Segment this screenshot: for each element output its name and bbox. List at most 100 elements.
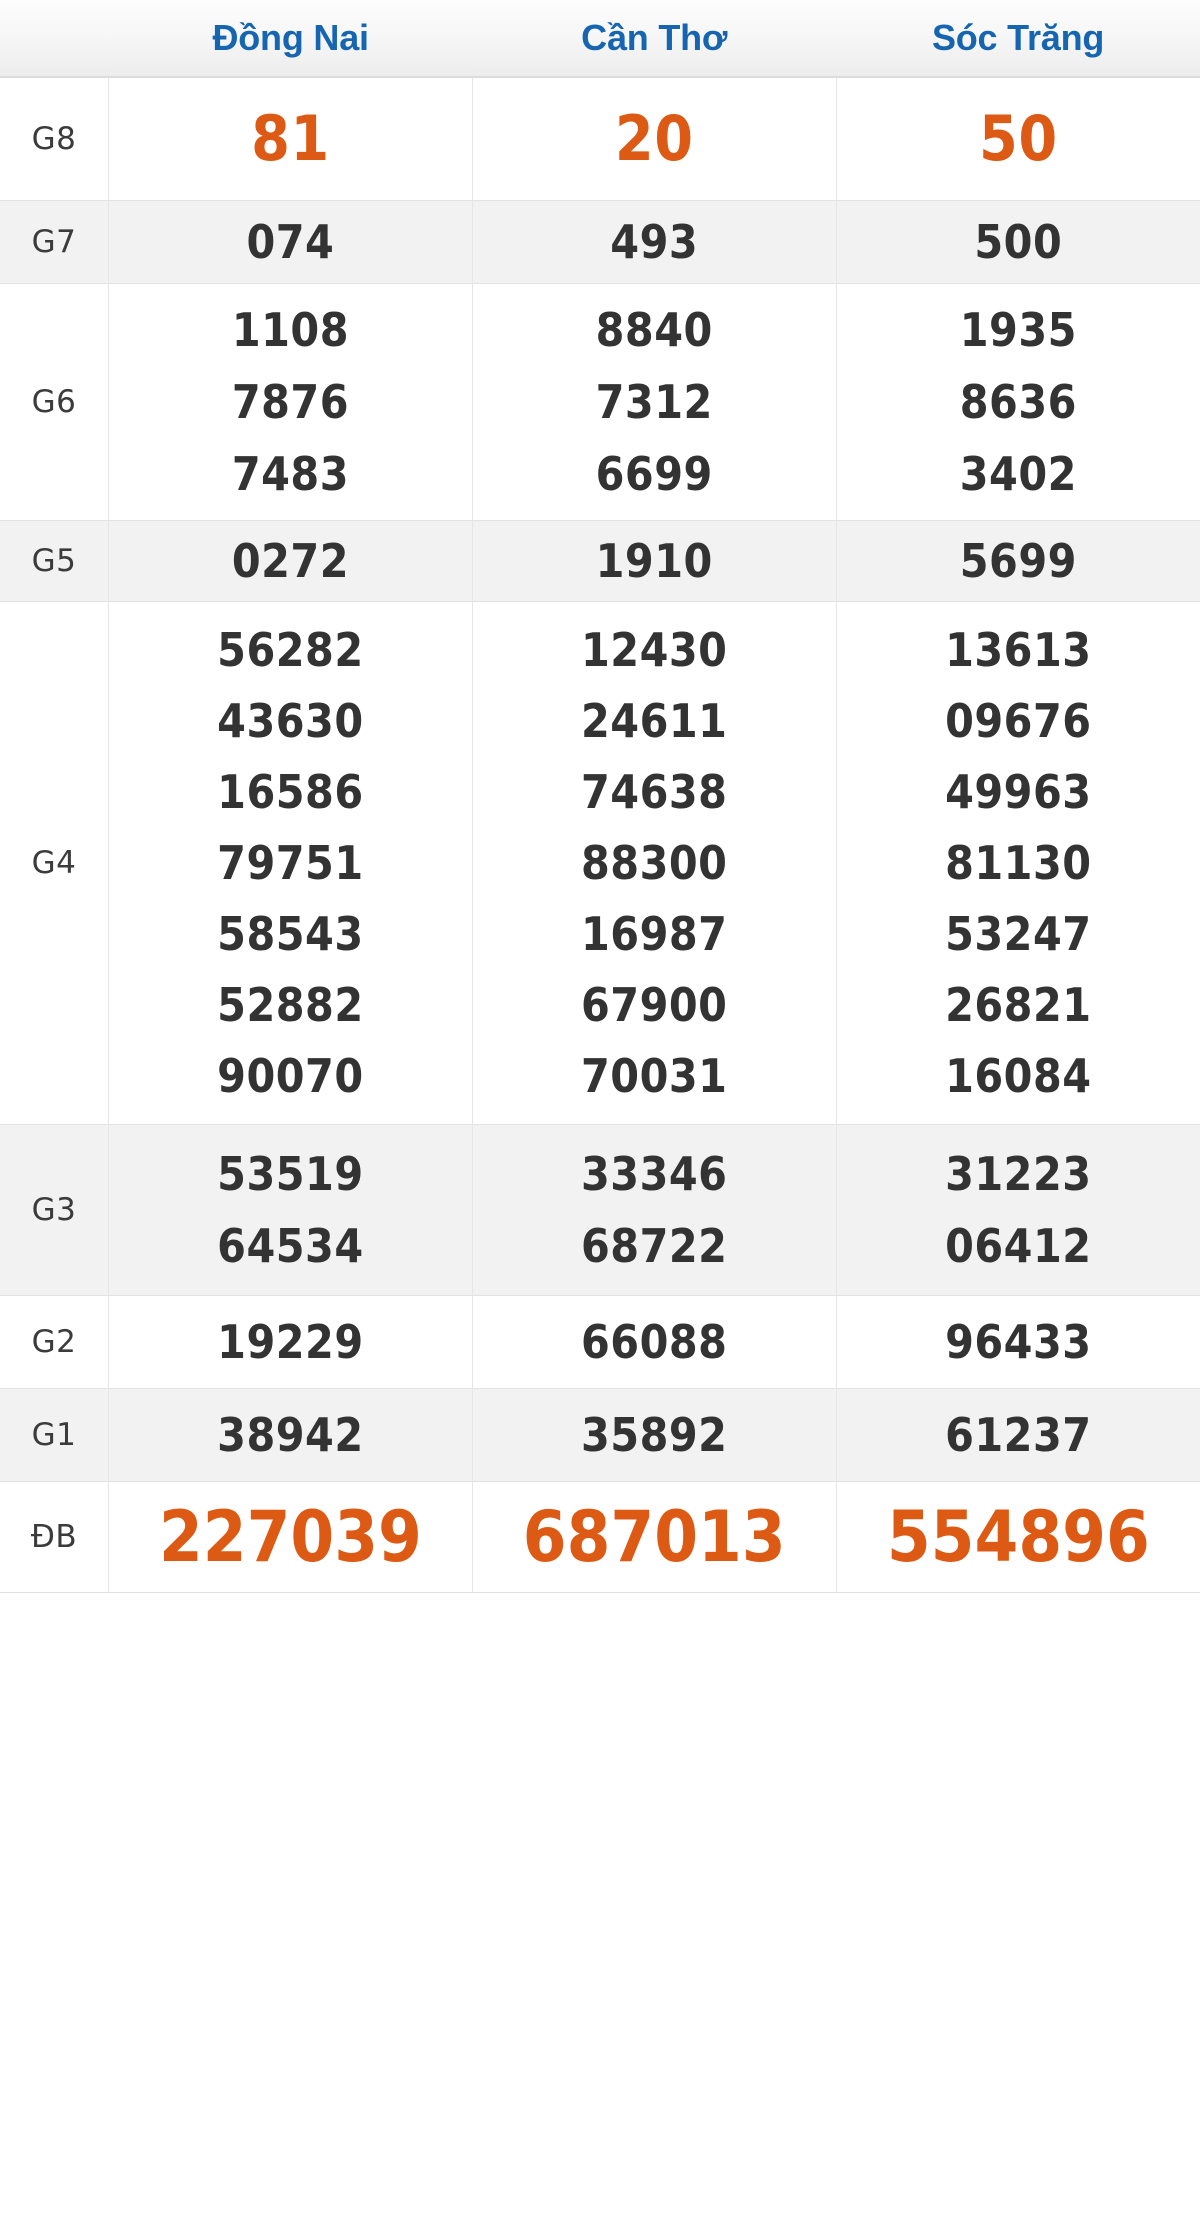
prize-number: 06412 (945, 1219, 1092, 1273)
table-header: Đồng Nai Cần Thơ Sóc Trăng (0, 0, 1200, 78)
prize-number: 70031 (581, 1048, 728, 1103)
prize-number: 53247 (945, 906, 1092, 961)
prize-number: 58543 (217, 906, 364, 961)
prize-number: 50 (979, 102, 1058, 175)
prize-label-g8: G8 (0, 77, 109, 201)
prize-number: 13613 (945, 622, 1092, 677)
prize-number: 88300 (581, 835, 728, 890)
prize-number: 1108 (231, 303, 349, 357)
prize-cell: 35892 (472, 1388, 837, 1482)
prize-number: 38942 (217, 1408, 364, 1462)
prize-cell: 227039 (108, 1481, 473, 1593)
prize-cell: 687013 (472, 1481, 837, 1593)
prize-number: 500 (974, 215, 1063, 269)
prize-cell: 554896 (836, 1481, 1200, 1593)
province-header-can-tho[interactable]: Cần Thơ (472, 0, 837, 78)
prize-number: 7483 (231, 447, 349, 501)
prize-cell: 13613 09676 49963 81130 53247 26821 16084 (836, 601, 1200, 1125)
prize-number: 64534 (217, 1219, 364, 1273)
prize-number: 16084 (945, 1048, 1092, 1103)
prize-number: 96433 (945, 1315, 1092, 1369)
prize-number: 20 (614, 102, 694, 175)
lottery-results-table: Đồng Nai Cần Thơ Sóc Trăng G8 81 20 50 G7 074… (0, 0, 1200, 1593)
prize-number: 8840 (595, 303, 713, 357)
prize-number: 49963 (945, 764, 1092, 819)
prize-cell: 20 (472, 77, 837, 201)
table-body: G8 81 20 50 G7 074 493 500 G6 1108 7876 7483 8840 731… (0, 77, 1200, 1593)
prize-cell: 81 (108, 77, 473, 201)
prize-row-g4: G4 56282 43630 16586 79751 58543 52882 90070 124… (0, 601, 1200, 1125)
prize-row-g8: G8 81 20 50 (0, 77, 1200, 201)
prize-cell: 1910 (472, 520, 837, 602)
prize-cell: 53519 64534 (108, 1124, 473, 1296)
prize-number: 56282 (217, 622, 364, 677)
prize-label-g4: G4 (0, 601, 109, 1125)
prize-cell: 50 (836, 77, 1200, 201)
prize-cell: 19229 (108, 1295, 473, 1389)
prize-number: 1935 (959, 303, 1077, 357)
prize-row-g2: G2 19229 66088 96433 (0, 1295, 1200, 1389)
prize-number: 81130 (945, 835, 1092, 890)
prize-number: 6699 (595, 447, 713, 501)
prize-cell: 61237 (836, 1388, 1200, 1482)
prize-cell: 8840 7312 6699 (472, 283, 837, 521)
prize-row-g5: G5 0272 1910 5699 (0, 520, 1200, 602)
prize-number: 24611 (581, 693, 728, 748)
prize-row-g3: G3 53519 64534 33346 68722 31223 06412 (0, 1124, 1200, 1296)
prize-cell: 493 (472, 200, 837, 284)
prize-cell: 1108 7876 7483 (108, 283, 473, 521)
prize-number: 19229 (217, 1315, 364, 1369)
prize-number: 3402 (959, 447, 1077, 501)
prize-label-g5: G5 (0, 520, 109, 602)
prize-number: 227039 (158, 1496, 422, 1578)
province-name-label: Sóc Trăng (931, 17, 1105, 58)
prize-cell: 66088 (472, 1295, 837, 1389)
prize-number: 53519 (217, 1147, 364, 1201)
prize-row-db: ĐB 227039 687013 554896 (0, 1481, 1200, 1593)
prize-number: 67900 (581, 977, 728, 1032)
province-header-soc-trang[interactable]: Sóc Trăng (836, 0, 1200, 78)
prize-number: 074 (246, 215, 335, 269)
prize-number: 43630 (217, 693, 364, 748)
prize-label-g1: G1 (0, 1388, 109, 1482)
prize-number: 1910 (595, 534, 713, 588)
prize-number: 5699 (959, 534, 1077, 588)
prize-cell: 1935 8636 3402 (836, 283, 1200, 521)
prize-row-g7: G7 074 493 500 (0, 200, 1200, 284)
prize-number: 74638 (581, 764, 728, 819)
prize-number: 7876 (231, 375, 349, 429)
prize-cell: 33346 68722 (472, 1124, 837, 1296)
prize-label-g3: G3 (0, 1124, 109, 1296)
prize-label-g7: G7 (0, 200, 109, 284)
prize-row-g6: G6 1108 7876 7483 8840 7312 6699 1935 8636 3402 (0, 283, 1200, 521)
prize-number: 8636 (959, 375, 1077, 429)
prize-number: 12430 (581, 622, 728, 677)
prize-cell: 12430 24611 74638 88300 16987 67900 70031 (472, 601, 837, 1125)
prize-cell: 31223 06412 (836, 1124, 1200, 1296)
prize-cell: 96433 (836, 1295, 1200, 1389)
prize-label-header (0, 0, 109, 78)
prize-label-db: ĐB (0, 1481, 109, 1593)
prize-number: 33346 (581, 1147, 728, 1201)
prize-number: 26821 (945, 977, 1092, 1032)
prize-number: 493 (610, 215, 699, 269)
prize-label-g6: G6 (0, 283, 109, 521)
prize-number: 09676 (945, 693, 1092, 748)
prize-label-g2: G2 (0, 1295, 109, 1389)
prize-row-g1: G1 38942 35892 61237 (0, 1388, 1200, 1482)
prize-number: 52882 (217, 977, 364, 1032)
prize-number: 90070 (217, 1048, 364, 1103)
prize-cell: 500 (836, 200, 1200, 284)
prize-number: 16586 (217, 764, 364, 819)
prize-cell: 0272 (108, 520, 473, 602)
prize-number: 687013 (522, 1496, 786, 1578)
prize-number: 7312 (595, 375, 713, 429)
prize-number: 66088 (581, 1315, 728, 1369)
header-row: Đồng Nai Cần Thơ Sóc Trăng (0, 0, 1200, 78)
prize-number: 0272 (231, 534, 349, 588)
prize-cell: 5699 (836, 520, 1200, 602)
prize-number: 81 (251, 102, 330, 175)
province-header-dong-nai[interactable]: Đồng Nai (108, 0, 473, 78)
prize-number: 554896 (886, 1496, 1150, 1578)
prize-number: 35892 (581, 1408, 728, 1462)
